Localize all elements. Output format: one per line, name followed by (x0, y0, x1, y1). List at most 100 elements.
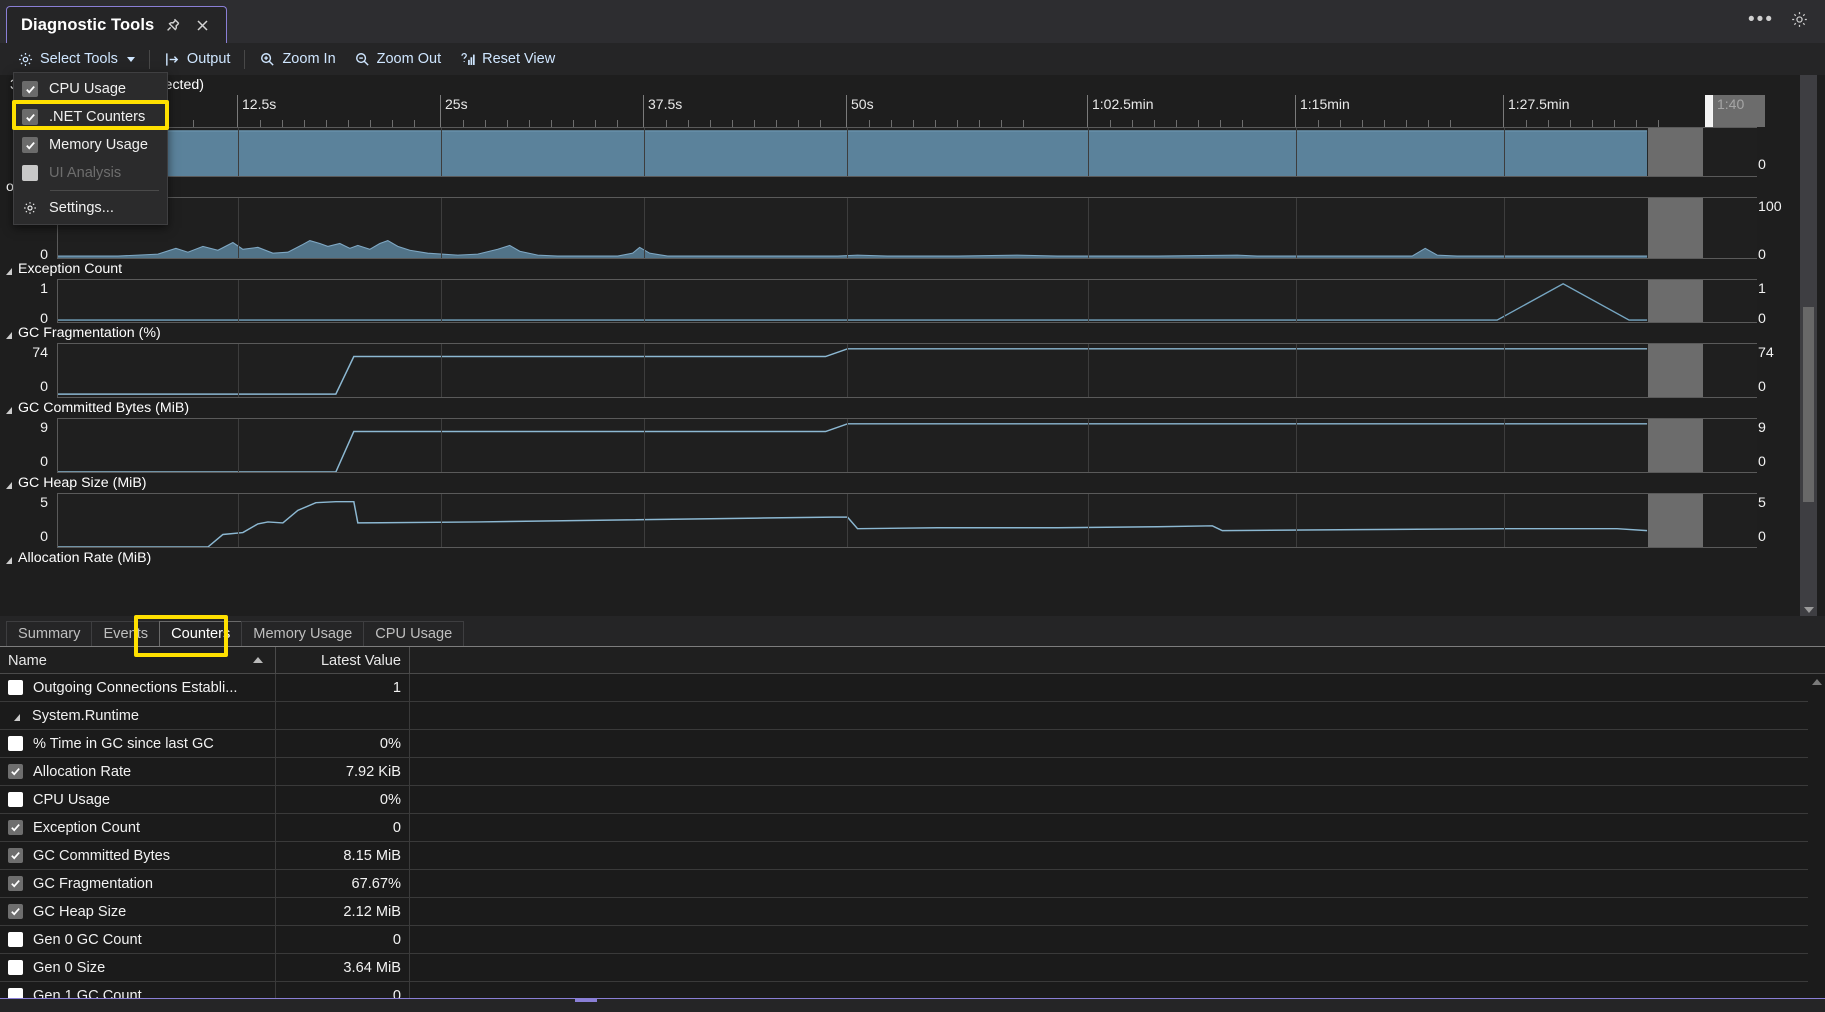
close-icon[interactable] (192, 15, 212, 35)
table-row[interactable]: Gen 0 GC Count 0 (0, 926, 1825, 954)
scroll-down-arrow-icon[interactable] (1804, 607, 1814, 613)
ruler-tick-label: 25s (445, 96, 468, 112)
row-checkbox[interactable] (8, 736, 23, 751)
graph-max-label-exception-count: 1 (0, 281, 48, 297)
row-checkbox[interactable] (8, 904, 23, 919)
tab-diagnostic-tools[interactable]: Diagnostic Tools (6, 6, 227, 43)
row-checkbox[interactable] (8, 680, 23, 695)
graph-max-label-gc-committed-bytes: 9 (0, 420, 48, 436)
row-name-cell: Gen 0 Size (0, 954, 276, 981)
row-value-cell: 3.64 MiB (276, 954, 410, 981)
menu-item-net-counters[interactable]: .NET Counters (14, 103, 167, 131)
table-body: Outgoing Connections Establi... 1 System… (0, 674, 1825, 1010)
graph-row-memory: 0 (0, 127, 1825, 177)
table-vertical-scrollbar[interactable] (1808, 674, 1825, 998)
menu-item-memory-usage[interactable]: Memory Usage (14, 131, 167, 159)
table-row[interactable]: Allocation Rate 7.92 KiB (0, 758, 1825, 786)
column-header-latest-value[interactable]: Latest Value (276, 647, 410, 674)
graph-max-label-gc-heap-size-right: 5 (1758, 495, 1766, 511)
collapse-triangle-icon[interactable] (6, 332, 12, 339)
output-button[interactable]: Output (155, 46, 240, 72)
graph-plot-gc-committed-bytes[interactable] (57, 418, 1757, 473)
graph-plot-exception-count[interactable] (57, 279, 1757, 323)
graph-plot-gc-fragmentation[interactable] (57, 343, 1757, 398)
tab-label: Counters (171, 626, 230, 642)
row-checkbox[interactable] (8, 932, 23, 947)
graph-title-cpu[interactable]: ors) (0, 177, 1825, 197)
graph-row-allocation-rate: Allocation Rate (MiB) (0, 548, 1825, 578)
gear-icon[interactable] (1790, 10, 1809, 29)
graph-title-gc-heap-size[interactable]: GC Heap Size (MiB) (0, 473, 1825, 493)
row-checkbox[interactable] (8, 764, 23, 779)
collapse-triangle-icon[interactable] (6, 407, 12, 414)
zoom-in-button[interactable]: Zoom In (250, 46, 344, 72)
table-header-row: Name Latest Value (0, 647, 1825, 674)
collapse-triangle-icon[interactable] (6, 557, 12, 564)
row-checkbox[interactable] (8, 876, 23, 891)
row-filler (410, 674, 1825, 701)
timeline-ruler[interactable]: 12.5s 25s 37.5s 50s 1:02.5min 1:15min (57, 95, 1767, 127)
reset-view-button[interactable]: Reset View (450, 46, 564, 72)
table-row[interactable]: % Time in GC since last GC 0% (0, 730, 1825, 758)
graph-title-exception-count[interactable]: Exception Count (0, 259, 1825, 279)
checkbox-checked-icon[interactable] (22, 81, 38, 97)
tab-memory-usage[interactable]: Memory Usage (241, 621, 364, 646)
graph-plot-gc-heap-size[interactable] (57, 493, 1757, 548)
table-row[interactable]: Gen 0 Size 3.64 MiB (0, 954, 1825, 982)
table-row[interactable]: GC Heap Size 2.12 MiB (0, 898, 1825, 926)
tab-label: Diagnostic Tools (21, 16, 154, 35)
table-row[interactable]: GC Committed Bytes 8.15 MiB (0, 842, 1825, 870)
graph-plot-area (58, 419, 1757, 472)
table-row[interactable]: Exception Count 0 (0, 814, 1825, 842)
table-row[interactable]: GC Fragmentation 67.67% (0, 870, 1825, 898)
graph-title-gc-committed-bytes[interactable]: GC Committed Bytes (MiB) (0, 398, 1825, 418)
graph-max-label-gc-committed-bytes-right: 9 (1758, 420, 1766, 436)
select-tools-label: Select Tools (40, 51, 118, 67)
row-value-cell: 0 (276, 926, 410, 953)
menu-separator (50, 190, 159, 191)
diagnostic-tools-window: Diagnostic Tools ••• (0, 0, 1825, 1012)
tab-cpu-usage[interactable]: CPU Usage (363, 621, 464, 646)
row-checkbox[interactable] (8, 960, 23, 975)
checkbox-checked-icon[interactable] (22, 137, 38, 153)
menu-item-settings[interactable]: Settings... (14, 194, 167, 222)
menu-item-cpu-usage[interactable]: CPU Usage (14, 75, 167, 103)
graph-plot-cpu[interactable] (57, 197, 1757, 259)
column-header-filler (410, 647, 1825, 674)
pin-icon[interactable] (163, 15, 183, 35)
column-header-name[interactable]: Name (0, 647, 276, 674)
splitter-handle[interactable] (575, 999, 597, 1002)
collapse-triangle-icon[interactable] (14, 714, 20, 721)
row-checkbox[interactable] (8, 848, 23, 863)
row-value-cell (276, 702, 410, 729)
table-row[interactable]: Outgoing Connections Establi... 1 (0, 674, 1825, 702)
collapse-triangle-icon[interactable] (6, 482, 12, 489)
ellipsis-icon[interactable]: ••• (1748, 15, 1774, 25)
row-checkbox[interactable] (8, 820, 23, 835)
tab-events[interactable]: Events (91, 621, 160, 646)
row-value-cell: 0% (276, 730, 410, 757)
scroll-up-arrow-icon[interactable] (1812, 679, 1822, 685)
tab-counters[interactable]: Counters (159, 621, 242, 646)
checkbox-checked-icon[interactable] (22, 109, 38, 125)
graph-title-allocation-rate[interactable]: Allocation Rate (MiB) (0, 548, 1825, 568)
menu-item-label: UI Analysis (49, 165, 121, 181)
row-value-cell: 7.92 KiB (276, 758, 410, 785)
collapse-triangle-icon[interactable] (6, 268, 12, 275)
row-name-cell: Outgoing Connections Establi... (0, 674, 276, 701)
counters-table: Name Latest Value Outgoing Connections E… (0, 646, 1825, 998)
table-group-row[interactable]: System.Runtime (0, 702, 1825, 730)
graph-max-label-gc-fragmentation-right: 74 (1758, 345, 1774, 361)
graph-plot-memory[interactable] (57, 127, 1757, 177)
document-tab-strip: Diagnostic Tools (6, 6, 227, 43)
tab-summary[interactable]: Summary (6, 621, 92, 646)
table-row[interactable]: CPU Usage 0% (0, 786, 1825, 814)
tab-label: Summary (18, 626, 80, 642)
zoom-out-button[interactable]: Zoom Out (345, 46, 450, 72)
graph-vertical-scrollbar[interactable] (1800, 75, 1817, 616)
select-tools-button[interactable]: Select Tools (8, 46, 144, 72)
graph-scroll-thumb[interactable] (1803, 307, 1814, 502)
graph-max-label-gc-heap-size: 5 (0, 495, 48, 511)
row-checkbox[interactable] (8, 792, 23, 807)
graph-title-gc-fragmentation[interactable]: GC Fragmentation (%) (0, 323, 1825, 343)
